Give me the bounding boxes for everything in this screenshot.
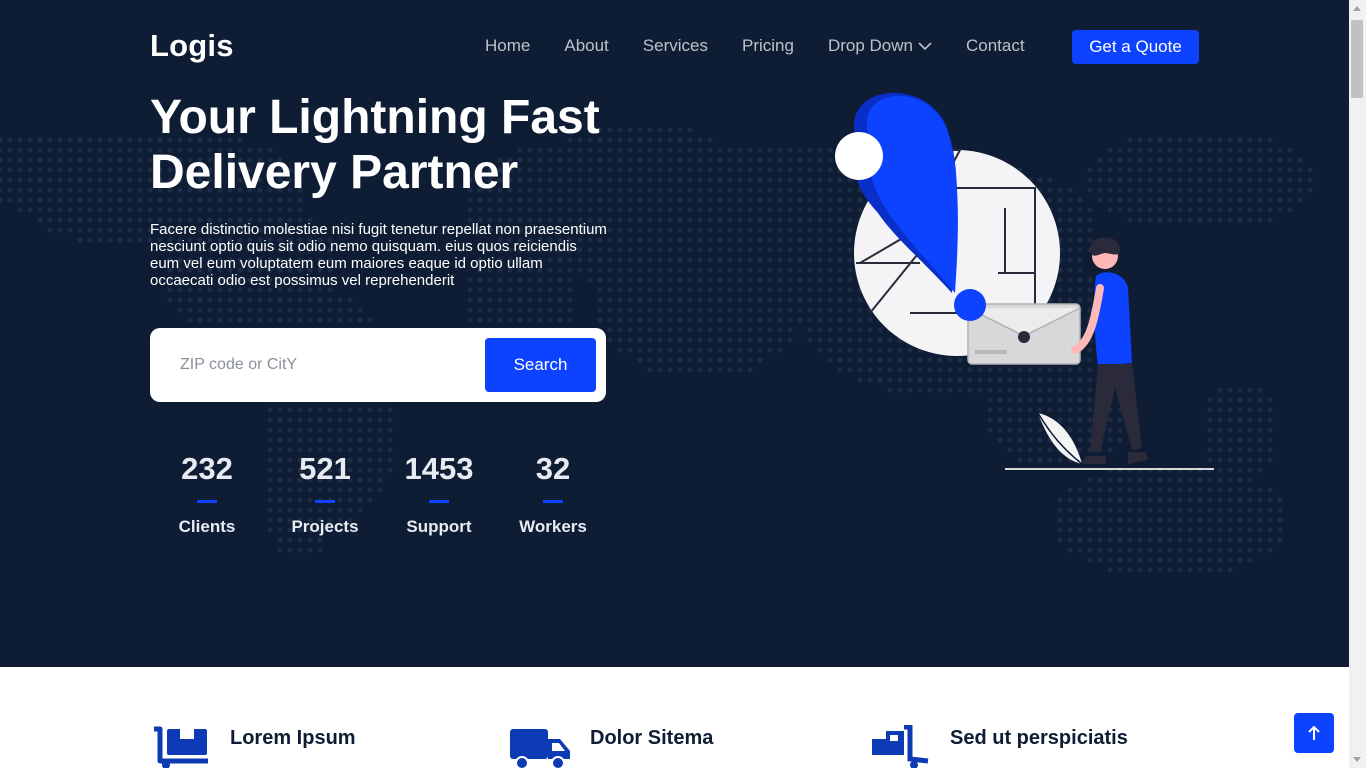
feature-title: Lorem Ipsum <box>230 727 356 749</box>
stat-label: Clients <box>178 517 236 536</box>
nav-pricing[interactable]: Pricing <box>742 36 794 56</box>
warehouse-icon <box>154 726 208 768</box>
nav-home[interactable]: Home <box>485 36 530 56</box>
stat-workers: 32 Workers <box>493 450 613 537</box>
person-figure <box>1071 237 1148 464</box>
page-scrollbar[interactable] <box>1349 0 1366 768</box>
package-label <box>975 350 1007 354</box>
page: Logis Home About Services Pricing Drop D… <box>0 0 1349 768</box>
stat-underline <box>543 500 563 503</box>
nav-contact[interactable]: Contact <box>966 36 1025 56</box>
feature-title: Sed ut perspiciatis <box>950 727 1128 749</box>
scroll-down-arrow-icon[interactable] <box>1353 757 1361 762</box>
nav-dropdown[interactable]: Drop Down <box>828 36 932 56</box>
blue-dot <box>954 289 986 321</box>
arrow-up-icon <box>1308 725 1320 740</box>
nav-services[interactable]: Services <box>643 36 708 56</box>
scrollbar-thumb[interactable] <box>1351 20 1363 98</box>
stat-projects: 521 Projects <box>265 450 385 537</box>
stat-underline <box>429 500 449 503</box>
pin-hole <box>835 132 883 180</box>
package-seal <box>1018 331 1030 343</box>
stat-support: 1453 Support <box>379 450 499 537</box>
back-to-top-button[interactable] <box>1294 713 1334 753</box>
nav-about[interactable]: About <box>564 36 608 56</box>
stat-clients: 232 Clients <box>147 450 267 537</box>
stat-label: Workers <box>519 517 587 536</box>
hero-description: Facere distinctio molestiae nisi fugit t… <box>150 221 607 289</box>
leaf-shape <box>1038 413 1082 464</box>
search-button[interactable]: Search <box>485 338 596 392</box>
stat-value: 1453 <box>404 451 474 486</box>
stat-label: Support <box>406 517 472 536</box>
logo[interactable]: Logis <box>150 28 234 64</box>
get-quote-button[interactable]: Get a Quote <box>1072 30 1199 64</box>
chevron-down-icon <box>918 41 932 50</box>
hero-title: Your Lightning Fast Delivery Partner <box>150 90 670 200</box>
stat-value: 32 <box>535 451 571 486</box>
site-header: Logis Home About Services Pricing Drop D… <box>0 0 1349 94</box>
main-nav: Home About Services Pricing Drop Down Co… <box>468 36 1042 56</box>
zip-search-input[interactable] <box>170 340 490 390</box>
scroll-up-arrow-icon[interactable] <box>1353 6 1361 11</box>
hero-title-line-2: Delivery Partner <box>150 146 519 199</box>
stat-value: 521 <box>299 451 351 486</box>
hand-truck-icon <box>872 725 929 768</box>
hero-section: Logis Home About Services Pricing Drop D… <box>0 0 1349 667</box>
nav-dropdown-label: Drop Down <box>827 36 913 55</box>
stat-label: Projects <box>291 517 359 536</box>
delivery-illustration <box>835 92 1214 470</box>
truck-icon <box>510 729 570 768</box>
search-form: Search <box>150 328 606 402</box>
stat-underline <box>315 500 335 503</box>
feature-title: Dolor Sitema <box>590 727 714 749</box>
stat-underline <box>197 500 217 503</box>
stat-value: 232 <box>181 451 233 486</box>
hero-title-line-1: Your Lightning Fast <box>150 91 600 144</box>
features-section: Lorem Ipsum Dolor Sitema Sed ut perspici… <box>0 667 1349 768</box>
